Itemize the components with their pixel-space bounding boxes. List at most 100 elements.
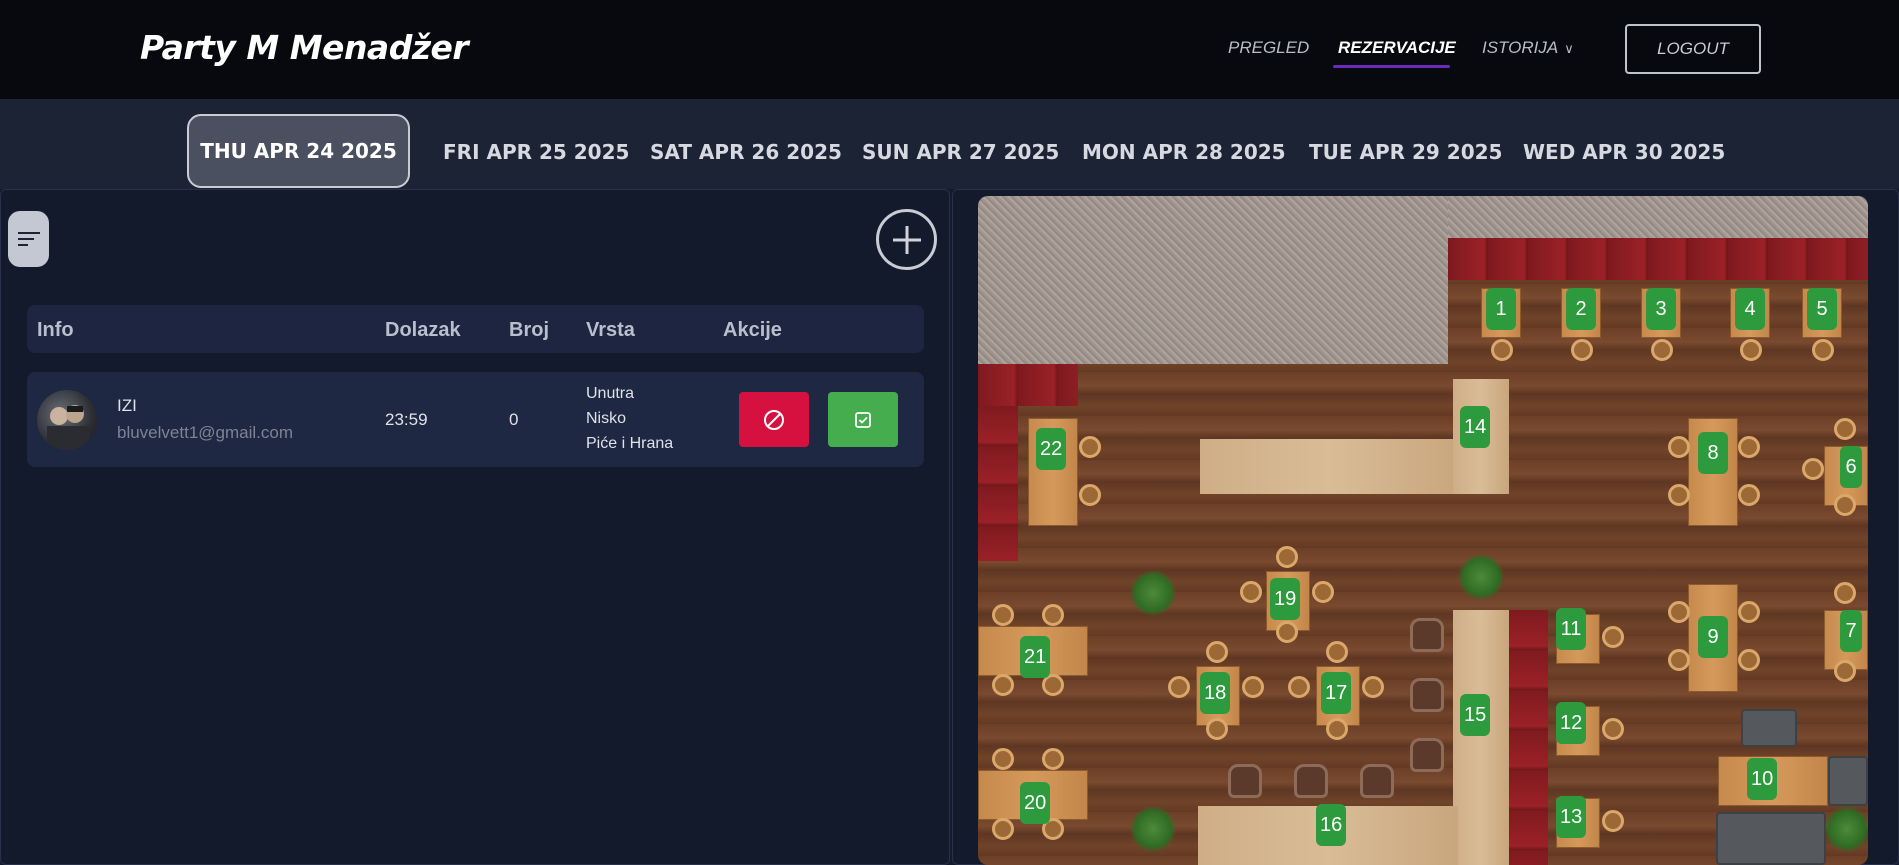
nav-rezervacije[interactable]: REZERVACIJE bbox=[1338, 38, 1456, 58]
type-service: Piće i Hrana bbox=[586, 435, 674, 452]
armchair bbox=[1228, 764, 1262, 798]
add-reservation-button[interactable] bbox=[876, 209, 937, 270]
table-number-badge[interactable]: 18 bbox=[1200, 672, 1231, 714]
chair bbox=[1668, 601, 1690, 623]
date-tab[interactable]: SAT APR 26 2025 bbox=[650, 140, 842, 164]
chair bbox=[1571, 339, 1593, 361]
guest-count: 0 bbox=[509, 410, 519, 429]
table-number-badge[interactable]: 2 bbox=[1566, 288, 1596, 330]
chair bbox=[1651, 339, 1673, 361]
table-header bbox=[27, 305, 924, 353]
table-number-badge[interactable]: 19 bbox=[1270, 578, 1301, 620]
date-tab[interactable]: FRI APR 25 2025 bbox=[443, 140, 629, 164]
booth-seating bbox=[1448, 238, 1868, 280]
floor-plan: 1 2 3 4 5 6 7 8 9 10 11 12 13 14 15 16 1… bbox=[978, 196, 1868, 865]
nav-istorija[interactable]: ISTORIJA ∨ bbox=[1482, 38, 1574, 58]
table-number-badge[interactable]: 11 bbox=[1556, 608, 1586, 650]
date-tab[interactable]: MON APR 28 2025 bbox=[1082, 140, 1286, 164]
table-number-badge[interactable]: 5 bbox=[1807, 288, 1837, 330]
nav-pregled[interactable]: PREGLED bbox=[1228, 38, 1309, 58]
table-number-badge[interactable]: 22 bbox=[1036, 428, 1067, 470]
armchair bbox=[1410, 618, 1444, 652]
carpet-area bbox=[1448, 196, 1868, 238]
column-header-broj: Broj bbox=[509, 319, 549, 341]
chair bbox=[1079, 436, 1101, 458]
armchair bbox=[1410, 738, 1444, 772]
date-tab[interactable]: SUN APR 27 2025 bbox=[862, 140, 1059, 164]
chair bbox=[1668, 436, 1690, 458]
column-header-info: Info bbox=[37, 319, 74, 341]
table-number-badge[interactable]: 16 bbox=[1316, 804, 1347, 846]
table-number-badge[interactable]: 3 bbox=[1646, 288, 1676, 330]
nav-active-indicator bbox=[1333, 65, 1450, 68]
chair bbox=[1326, 718, 1348, 740]
bar-counter bbox=[1200, 439, 1460, 494]
chair bbox=[1602, 626, 1624, 648]
chair bbox=[1834, 418, 1856, 440]
chair bbox=[992, 748, 1014, 770]
lounge-chair bbox=[1741, 709, 1797, 747]
armchair bbox=[1294, 764, 1328, 798]
date-tab-selected[interactable]: THU APR 24 2025 bbox=[187, 114, 410, 188]
logout-button[interactable]: LOGOUT bbox=[1625, 24, 1761, 74]
chair bbox=[1668, 649, 1690, 671]
chair bbox=[1740, 339, 1762, 361]
chair bbox=[1240, 581, 1262, 603]
chair bbox=[1738, 601, 1760, 623]
app-title[interactable]: Party M Menadžer bbox=[140, 28, 469, 67]
table-number-badge[interactable]: 15 bbox=[1460, 694, 1491, 736]
table-number-badge[interactable]: 8 bbox=[1698, 432, 1728, 474]
chair bbox=[1834, 660, 1856, 682]
chair bbox=[1738, 484, 1760, 506]
carpet-area bbox=[978, 196, 1448, 364]
chair bbox=[1362, 676, 1384, 698]
chair bbox=[1276, 546, 1298, 568]
chair bbox=[1668, 484, 1690, 506]
table-number-badge[interactable]: 9 bbox=[1698, 616, 1728, 658]
chair bbox=[1738, 649, 1760, 671]
table-number-badge[interactable]: 17 bbox=[1321, 672, 1352, 714]
chair bbox=[1602, 718, 1624, 740]
chair bbox=[1312, 581, 1334, 603]
booth-seating bbox=[978, 406, 1018, 561]
table-number-badge[interactable]: 12 bbox=[1556, 702, 1587, 744]
confirm-reservation-button[interactable] bbox=[828, 392, 898, 447]
filter-lines-icon bbox=[17, 232, 40, 246]
table-number-badge[interactable]: 4 bbox=[1735, 288, 1765, 330]
booth-seating bbox=[1508, 610, 1548, 865]
table-number-badge[interactable]: 21 bbox=[1020, 636, 1051, 678]
armchair bbox=[1360, 764, 1394, 798]
guest-email: bluvelvett1@gmail.com bbox=[117, 423, 293, 442]
filter-button[interactable] bbox=[8, 211, 49, 267]
chevron-down-icon: ∨ bbox=[1564, 41, 1574, 56]
plant-decoration bbox=[1458, 554, 1504, 600]
table-number-badge[interactable]: 10 bbox=[1747, 758, 1778, 800]
chair bbox=[1812, 339, 1834, 361]
date-tab[interactable]: TUE APR 29 2025 bbox=[1309, 140, 1502, 164]
table-number-badge[interactable]: 13 bbox=[1556, 796, 1587, 838]
avatar-photo bbox=[47, 405, 89, 450]
armchair bbox=[1410, 678, 1444, 712]
lounge-chair bbox=[1828, 756, 1868, 806]
table-number-badge[interactable]: 7 bbox=[1840, 610, 1862, 652]
table-number-badge[interactable]: 14 bbox=[1460, 406, 1491, 448]
cancel-reservation-button[interactable] bbox=[739, 392, 809, 447]
table-number-badge[interactable]: 1 bbox=[1486, 288, 1516, 330]
column-header-vrsta: Vrsta bbox=[586, 319, 635, 341]
chair bbox=[1738, 436, 1760, 458]
plant-decoration bbox=[1824, 806, 1868, 852]
chair bbox=[992, 818, 1014, 840]
chair bbox=[1802, 458, 1824, 480]
chair bbox=[992, 674, 1014, 696]
column-header-akcije: Akcije bbox=[723, 319, 782, 341]
chair bbox=[1326, 641, 1348, 663]
table-number-badge[interactable]: 6 bbox=[1840, 446, 1862, 488]
booth-seating bbox=[978, 364, 1078, 406]
chair bbox=[1206, 641, 1228, 663]
chair bbox=[1288, 676, 1310, 698]
bar-counter bbox=[1453, 610, 1509, 865]
table-number-badge[interactable]: 20 bbox=[1020, 782, 1051, 824]
plant-decoration bbox=[1130, 570, 1176, 616]
date-tab[interactable]: WED APR 30 2025 bbox=[1523, 140, 1725, 164]
column-header-dolazak: Dolazak bbox=[385, 319, 461, 341]
